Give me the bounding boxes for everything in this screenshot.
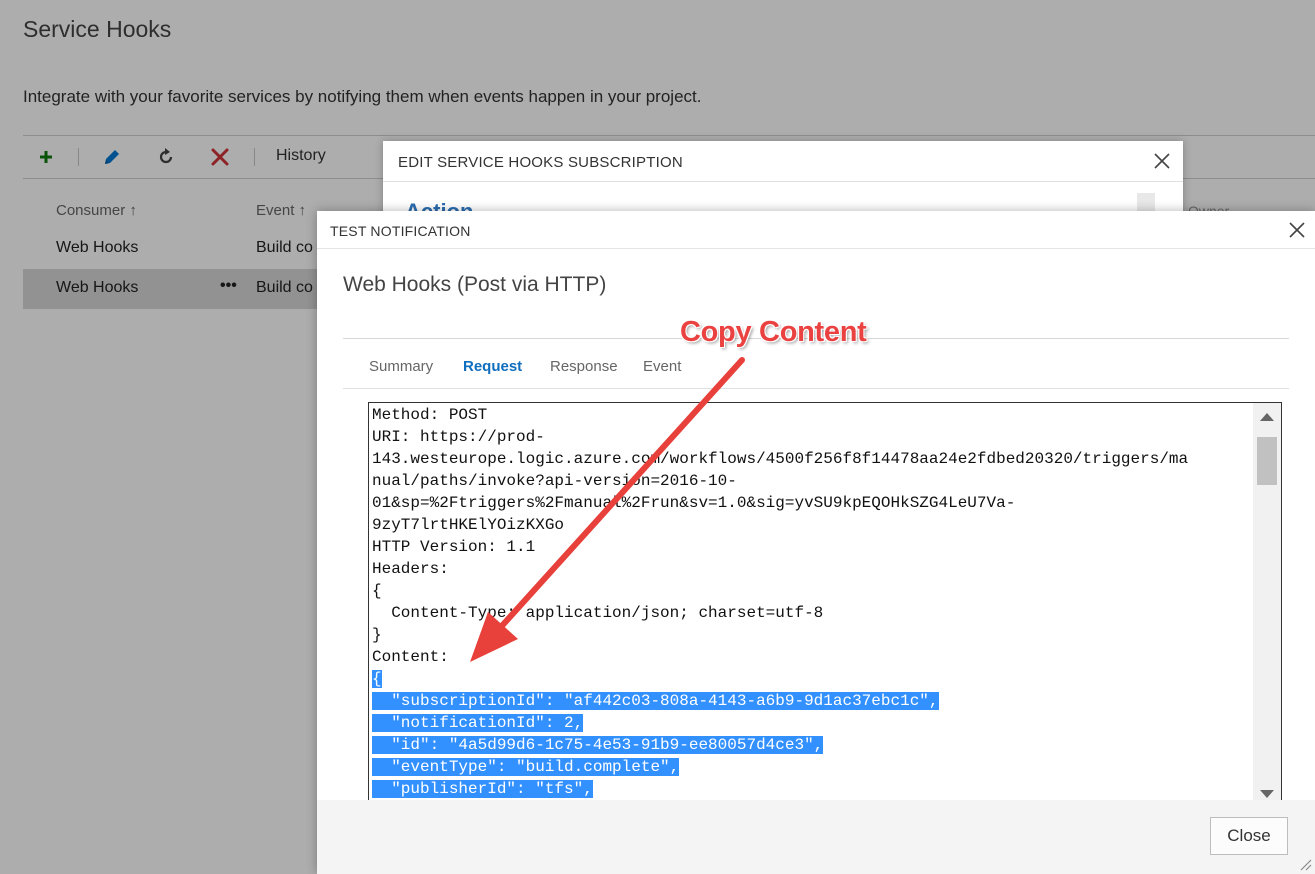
request-textarea[interactable]: Method: POST URI: https://prod- 143.west… [368, 402, 1282, 809]
request-content: Method: POST URI: https://prod- 143.west… [372, 404, 1252, 800]
tab-response[interactable]: Response [550, 358, 618, 375]
test-dialog-close-button[interactable] [1287, 220, 1307, 240]
request-line: Content: [372, 648, 449, 666]
request-line: Content-Type: application/json; charset=… [372, 604, 824, 622]
request-line: HTTP Version: 1.1 [372, 538, 536, 556]
tab-summary[interactable]: Summary [369, 358, 433, 375]
tab-request[interactable]: Request [463, 358, 522, 375]
divider [343, 388, 1289, 389]
request-line: 01&sp=%2Ftriggers%2Fmanual%2Frun&sv=1.0&… [372, 494, 1016, 512]
selected-content-line: "eventType": "build.complete", [372, 758, 680, 776]
test-dialog-title: TEST NOTIFICATION [330, 223, 471, 239]
selected-content-line: { [372, 670, 382, 688]
test-dialog-subtitle: Web Hooks (Post via HTTP) [343, 273, 607, 296]
edit-dialog-close-button[interactable] [1151, 150, 1173, 172]
resize-grip-icon[interactable] [1298, 857, 1312, 871]
request-scrollbar[interactable] [1253, 403, 1281, 808]
annotation-label: Copy Content [680, 316, 867, 348]
test-dialog-header: TEST NOTIFICATION [317, 211, 1315, 249]
tab-event[interactable]: Event [643, 358, 681, 375]
edit-dialog-title: EDIT SERVICE HOOKS SUBSCRIPTION [398, 154, 683, 171]
request-line: } [372, 626, 382, 644]
close-icon [1289, 222, 1305, 238]
request-line: Method: POST [372, 406, 488, 424]
scroll-thumb[interactable] [1257, 437, 1277, 485]
scroll-up-arrow-icon[interactable] [1260, 413, 1274, 421]
close-button[interactable]: Close [1210, 817, 1288, 855]
request-line: 9zyT7lrtHKElYOizKXGo [372, 516, 565, 534]
edit-dialog-header: EDIT SERVICE HOOKS SUBSCRIPTION [383, 141, 1183, 182]
selected-content-line: "notificationId": 2, [372, 714, 584, 732]
scroll-down-arrow-icon[interactable] [1260, 790, 1274, 798]
request-line: 143.westeurope.logic.azure.com/workflows… [372, 450, 1189, 468]
test-dialog-footer: Close [317, 800, 1315, 874]
selected-content-line: "subscriptionId": "af442c03-808a-4143-a6… [372, 692, 939, 710]
request-line: URI: https://prod- [372, 428, 545, 446]
request-line: nual/paths/invoke?api-version=2016-10- [372, 472, 737, 490]
test-notification-dialog: TEST NOTIFICATION Web Hooks (Post via HT… [317, 211, 1315, 874]
selected-content-line: "id": "4a5d99d6-1c75-4e53-91b9-ee80057d4… [372, 736, 824, 754]
request-line: { [372, 582, 382, 600]
close-icon [1154, 153, 1170, 169]
request-line: Headers: [372, 560, 449, 578]
selected-content-line: "publisherId": "tfs", [372, 780, 593, 798]
